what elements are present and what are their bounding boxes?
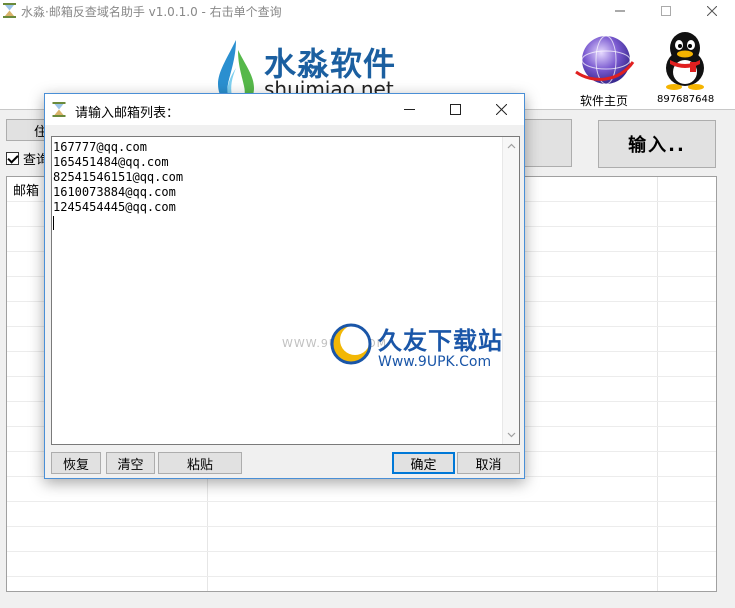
minimize-button[interactable]	[597, 0, 643, 22]
email-line: 1245454445@qq.com	[53, 200, 176, 214]
close-icon	[495, 104, 507, 115]
grid-row-line	[7, 551, 716, 552]
minimize-icon	[615, 10, 625, 12]
dialog-title-bar[interactable]: 请输入邮箱列表：	[45, 94, 524, 125]
ok-button[interactable]: 确定	[392, 452, 455, 474]
grid-column-header-email: 邮箱	[13, 184, 40, 199]
watermark-url: Www.9UPK.Com	[378, 354, 492, 370]
dialog-close-button[interactable]	[478, 94, 524, 125]
grid-column-divider	[657, 177, 658, 591]
minimize-icon	[403, 109, 415, 110]
qq-penguin-icon[interactable]	[660, 30, 710, 90]
watermark-title: 久友下载站	[378, 327, 503, 355]
dialog-maximize-button[interactable]	[432, 94, 478, 125]
homepage-label[interactable]: 软件主页	[580, 92, 628, 109]
maximize-button[interactable]	[643, 0, 689, 22]
close-button[interactable]	[689, 0, 735, 22]
grid-row-line	[7, 526, 716, 527]
maximize-icon	[661, 6, 671, 16]
paste-button[interactable]: 粘贴	[158, 452, 242, 474]
window-title: 水淼·邮箱反查域名助手 v1.0.1.0 - 右击单个查询	[21, 5, 282, 19]
watermark-site-text: WWW.9UPK.COM	[282, 337, 388, 350]
query-checkbox[interactable]	[6, 152, 19, 165]
query-button[interactable]	[520, 119, 572, 167]
grid-row-line	[7, 576, 716, 577]
query-checkbox-row[interactable]: 查询	[6, 149, 49, 168]
email-list-textarea[interactable]: 167777@qq.com 165451484@qq.com 825415461…	[51, 136, 520, 445]
grid-row-line	[7, 501, 716, 502]
scroll-down-icon[interactable]	[507, 430, 516, 439]
scroll-up-icon[interactable]	[507, 142, 516, 151]
email-line: 165451484@qq.com	[53, 155, 169, 169]
text-caret	[53, 216, 54, 230]
dialog-minimize-button[interactable]	[386, 94, 432, 125]
email-line: 82541546151@qq.com	[53, 170, 184, 184]
watermark: WWW.9UPK.COM 久友下载站 Www.9UPK.Com	[282, 317, 519, 387]
maximize-icon	[449, 104, 461, 115]
clear-button[interactable]: 清空	[106, 452, 155, 474]
input-button[interactable]: 输入..	[598, 120, 716, 168]
textarea-scrollbar[interactable]	[502, 137, 519, 444]
email-lines: 167777@qq.com 165451484@qq.com 825415461…	[53, 140, 183, 230]
email-list-dialog: 请输入邮箱列表： 167777@qq.com 165451484@qq.com …	[44, 93, 525, 479]
dialog-app-icon	[52, 102, 66, 117]
email-line: 167777@qq.com	[53, 140, 147, 154]
qq-number-label[interactable]: 897687648	[657, 94, 714, 105]
close-icon	[707, 6, 717, 16]
watermark-logo-icon	[330, 323, 372, 365]
title-bar[interactable]: 水淼·邮箱反查域名助手 v1.0.1.0 - 右击单个查询	[0, 0, 735, 22]
globe-icon[interactable]	[573, 32, 635, 90]
cancel-button[interactable]: 取消	[457, 452, 520, 474]
app-icon	[3, 3, 16, 18]
restore-button[interactable]: 恢复	[51, 452, 101, 474]
dialog-title: 请输入邮箱列表：	[75, 106, 180, 121]
email-line: 1610073884@qq.com	[53, 185, 176, 199]
